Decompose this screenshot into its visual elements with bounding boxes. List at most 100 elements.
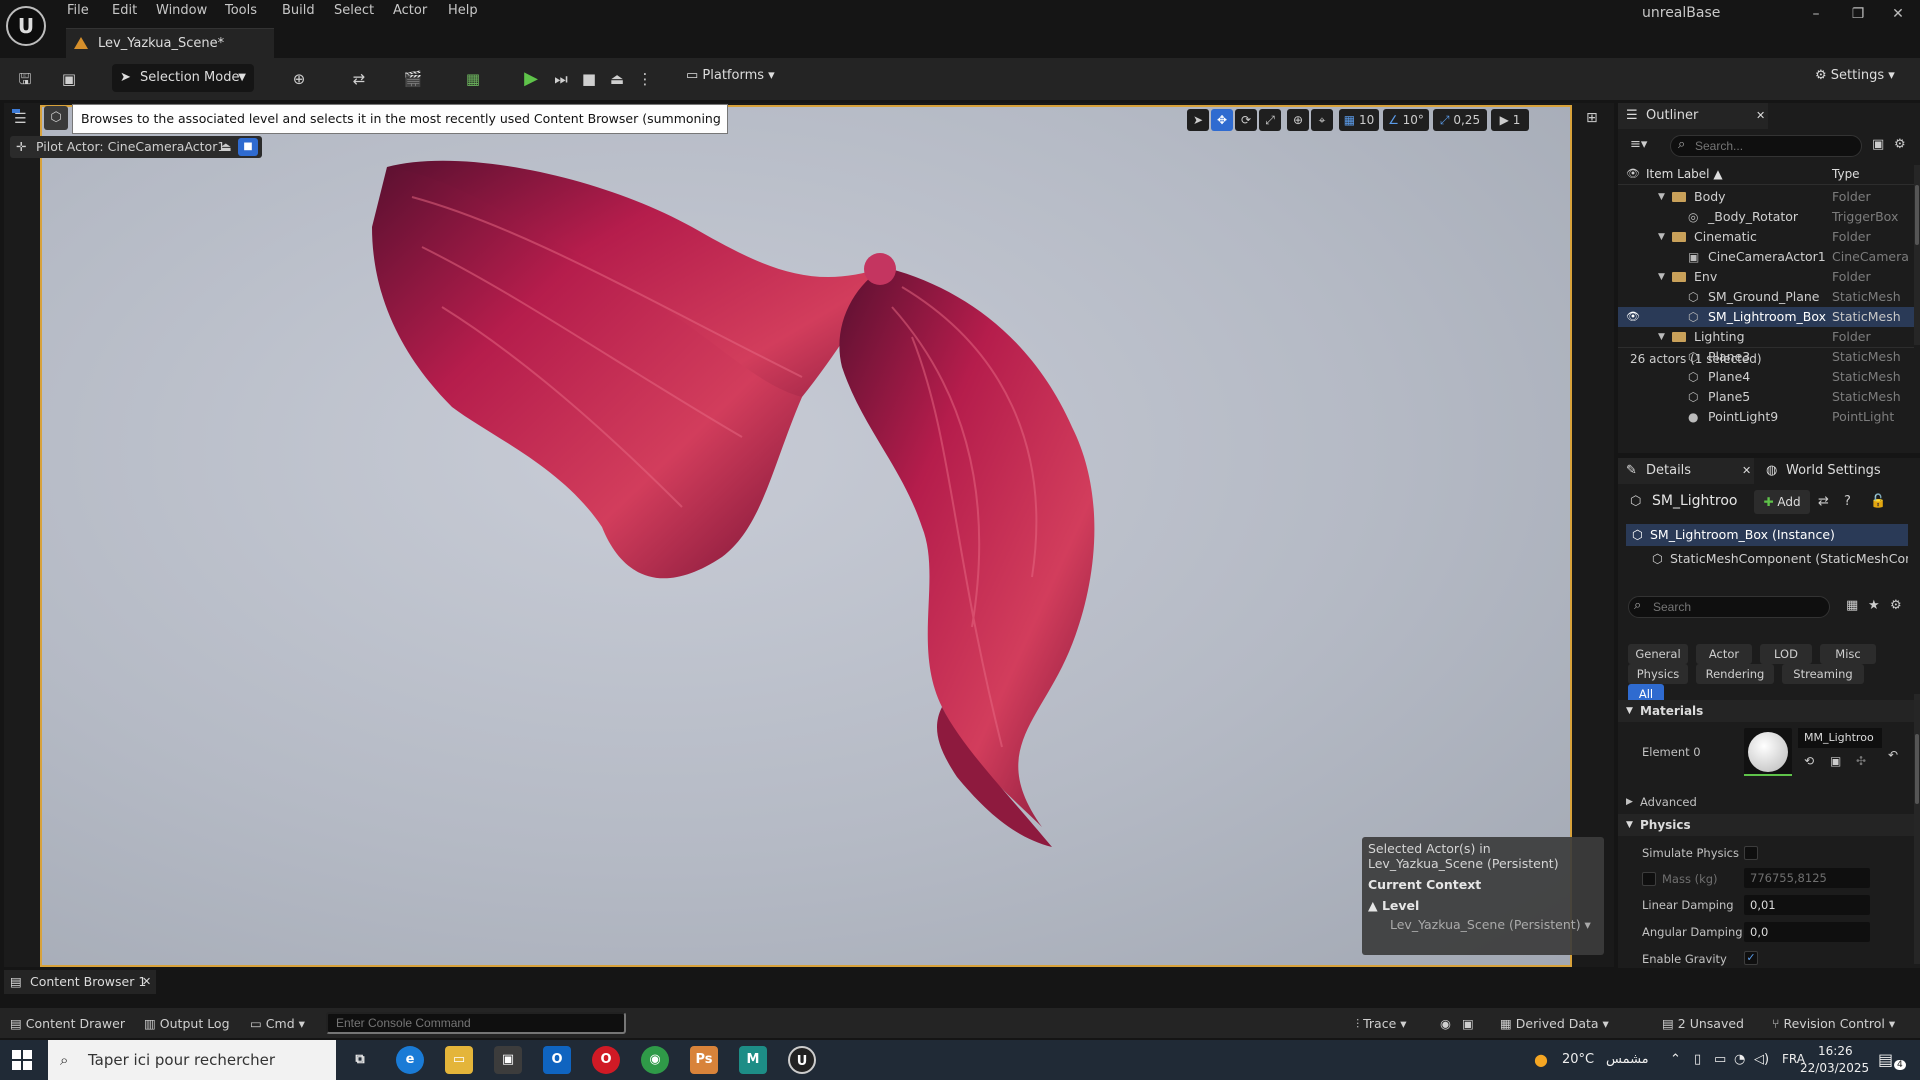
filter-rendering-button[interactable]: Rendering bbox=[1696, 664, 1774, 684]
hair-mesh[interactable] bbox=[42, 107, 1572, 967]
chevron-down-icon[interactable]: ▼ bbox=[1658, 187, 1665, 207]
unsaved-button[interactable]: ▤ 2 Unsaved bbox=[1662, 1016, 1744, 1031]
context-level-value[interactable]: Lev_Yazkua_Scene (Persistent) ▾ bbox=[1368, 917, 1598, 932]
linear-damping-field[interactable]: 0,01 bbox=[1744, 895, 1870, 915]
simulate-physics-checkbox[interactable] bbox=[1744, 846, 1758, 860]
temperature-label[interactable]: 20°C bbox=[1562, 1052, 1594, 1067]
filter-actor-button[interactable]: Actor bbox=[1696, 644, 1752, 664]
usb-icon[interactable]: ▯ bbox=[1694, 1052, 1701, 1067]
advanced-row[interactable]: ▶ Advanced bbox=[1618, 792, 1914, 812]
file-explorer-icon[interactable]: ▭ bbox=[445, 1046, 473, 1074]
enable-gravity-checkbox[interactable]: ✓ bbox=[1744, 951, 1758, 965]
select-tool-icon[interactable]: ➤ bbox=[1187, 109, 1209, 131]
menu-tools[interactable]: Tools bbox=[225, 3, 257, 18]
notification-icon[interactable]: ▤ bbox=[1878, 1050, 1893, 1069]
menu-file[interactable]: File bbox=[67, 3, 89, 18]
table-view-icon[interactable]: ▦ bbox=[1846, 598, 1858, 613]
component-row-mesh[interactable]: ⬡ StaticMeshComponent (StaticMeshComp bbox=[1626, 548, 1908, 570]
record-icon[interactable]: ◉ bbox=[1440, 1016, 1451, 1031]
chevron-down-icon[interactable]: ▼ bbox=[1658, 267, 1665, 287]
outliner-row[interactable]: ● PointLight9 PointLight bbox=[1618, 407, 1914, 427]
restore-button[interactable]: ❐ bbox=[1848, 6, 1868, 24]
visibility-icon[interactable]: 👁 bbox=[1626, 167, 1640, 180]
tray-chevron-up-icon[interactable]: ⌃ bbox=[1670, 1052, 1681, 1067]
derived-data-dropdown[interactable]: ▦ Derived Data ▾ bbox=[1500, 1016, 1609, 1031]
output-log-button[interactable]: ▥ Output Log bbox=[144, 1016, 230, 1031]
mass-field[interactable]: 776755,8125 bbox=[1744, 868, 1870, 888]
chevron-down-icon[interactable]: ▼ bbox=[1658, 227, 1665, 247]
star-icon[interactable]: ★ bbox=[1868, 598, 1880, 613]
outliner-row[interactable]: ▼ Env Folder bbox=[1618, 267, 1914, 287]
outlook-icon[interactable]: O bbox=[543, 1046, 571, 1074]
outliner-row[interactable]: ▼ Body Folder bbox=[1618, 187, 1914, 207]
world-settings-tab[interactable]: ◍ World Settings bbox=[1758, 458, 1920, 484]
surface-snap-icon[interactable]: ⌖ bbox=[1311, 109, 1333, 131]
menu-help[interactable]: Help bbox=[448, 3, 478, 18]
material-thumbnail[interactable] bbox=[1744, 728, 1792, 776]
menu-window[interactable]: Window bbox=[156, 3, 207, 18]
chevron-down-icon[interactable]: ▼ bbox=[1658, 327, 1665, 347]
console-input[interactable] bbox=[326, 1012, 626, 1034]
outliner-scrollbar[interactable] bbox=[1914, 165, 1920, 345]
opera-icon[interactable]: O bbox=[592, 1046, 620, 1074]
materials-section[interactable]: ▼ Materials bbox=[1618, 700, 1914, 722]
blueprint-convert-icon[interactable]: ⇄ bbox=[1818, 494, 1829, 509]
task-view-icon[interactable]: ⧉ bbox=[346, 1046, 374, 1074]
component-row-instance[interactable]: ⬡ SM_Lightroom_Box (Instance) bbox=[1626, 524, 1908, 546]
mode-icon[interactable]: ▦ bbox=[462, 68, 484, 90]
close-icon[interactable]: ✕ bbox=[1756, 103, 1765, 129]
menu-build[interactable]: Build bbox=[282, 3, 315, 18]
content-drawer-button[interactable]: ▤ Content Drawer bbox=[10, 1016, 125, 1031]
outliner-row[interactable]: ▼ Cinematic Folder bbox=[1618, 227, 1914, 247]
angle-snap-button[interactable]: ∠ 10° bbox=[1383, 109, 1429, 131]
chrome-icon[interactable]: ◉ bbox=[641, 1046, 669, 1074]
browse-level-icon[interactable]: ▣ bbox=[58, 68, 80, 90]
add-component-button[interactable]: ✚ Add bbox=[1754, 490, 1810, 514]
revision-control-dropdown[interactable]: ⑂ Revision Control ▾ bbox=[1772, 1016, 1895, 1031]
outliner-row[interactable]: 👁 ⬡ SM_Lightroom_Box StaticMesh bbox=[1618, 307, 1914, 327]
add-actor-icon[interactable]: ⊕ bbox=[288, 68, 310, 90]
outliner-row[interactable]: ⬡ SM_Ground_Plane StaticMesh bbox=[1618, 287, 1914, 307]
windows-start-icon[interactable] bbox=[12, 1050, 32, 1070]
level-tab[interactable]: Lev_Yazkua_Scene* bbox=[66, 28, 274, 58]
filter-general-button[interactable]: General bbox=[1628, 644, 1688, 664]
save-icon[interactable]: 🖫 bbox=[14, 68, 36, 90]
filter-lod-button[interactable]: LOD bbox=[1760, 644, 1812, 664]
viewport-scene[interactable] bbox=[40, 105, 1572, 967]
world-space-icon[interactable]: ⊕ bbox=[1287, 109, 1309, 131]
unreal-logo-icon[interactable]: U bbox=[6, 6, 46, 46]
cinematics-icon[interactable]: 🎬 bbox=[402, 68, 424, 90]
outliner-row[interactable]: ⬡ Plane4 StaticMesh bbox=[1618, 367, 1914, 387]
camera-capture-icon[interactable]: ▣ bbox=[1462, 1016, 1474, 1031]
clock-date[interactable]: 22/03/2025 bbox=[1800, 1061, 1869, 1075]
material-picker[interactable]: MM_Lightroo bbox=[1798, 728, 1882, 748]
minimize-button[interactable]: – bbox=[1806, 6, 1826, 24]
camera-lock-icon[interactable]: ■ bbox=[238, 138, 258, 156]
outliner-row[interactable]: ▣ CineCameraActor1 CineCamera bbox=[1618, 247, 1914, 267]
filter-icon[interactable]: ≡▾ bbox=[1630, 137, 1647, 152]
rotate-tool-icon[interactable]: ⟳ bbox=[1235, 109, 1257, 131]
close-window-button[interactable]: ✕ bbox=[1888, 6, 1908, 24]
lock-icon[interactable]: 🔓 bbox=[1870, 494, 1886, 509]
eject-pilot-icon[interactable]: ⏏ bbox=[220, 136, 232, 158]
angular-damping-field[interactable]: 0,0 bbox=[1744, 922, 1870, 942]
clock-time[interactable]: 16:26 bbox=[1818, 1044, 1853, 1058]
menu-select[interactable]: Select bbox=[334, 3, 374, 18]
actor-name-field[interactable]: SM_Lightroo bbox=[1652, 493, 1737, 509]
platforms-dropdown[interactable]: ▭ Platforms ▾ bbox=[686, 68, 775, 83]
outliner-row[interactable]: ▼ Lighting Folder bbox=[1618, 327, 1914, 347]
grid-snap-button[interactable]: ▦ 10 bbox=[1339, 109, 1379, 131]
menu-edit[interactable]: Edit bbox=[112, 3, 137, 18]
blueprint-icon[interactable]: ⇄ bbox=[348, 68, 370, 90]
add-folder-icon[interactable]: ▣ bbox=[1872, 137, 1884, 152]
content-browser-tab[interactable]: ▤ Content Browser 1 ✕ bbox=[4, 970, 156, 994]
network-icon[interactable]: ◔ bbox=[1734, 1052, 1745, 1067]
outliner-search-input[interactable] bbox=[1670, 135, 1862, 157]
gear-icon[interactable]: ⚙ bbox=[1894, 137, 1906, 152]
step-icon[interactable]: ⏭ bbox=[550, 68, 572, 90]
display-icon[interactable]: ▭ bbox=[1714, 1052, 1726, 1067]
browse-level-button[interactable]: ⬡ bbox=[44, 106, 68, 130]
store-icon[interactable]: ▣ bbox=[494, 1046, 522, 1074]
visibility-icon[interactable]: 👁 bbox=[1626, 307, 1640, 327]
stop-icon[interactable]: ■ bbox=[578, 68, 600, 90]
